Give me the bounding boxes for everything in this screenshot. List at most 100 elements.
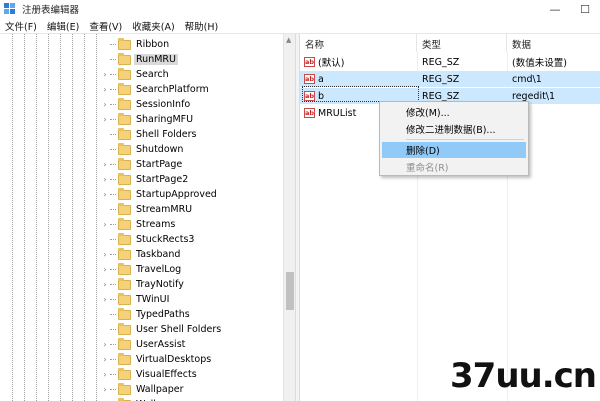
folder-icon [118,157,131,170]
folder-icon [118,247,131,260]
tree-item[interactable]: StreamMRU [100,202,194,217]
tree-guide-line [48,34,49,401]
expand-arrow-icon[interactable]: › [100,70,110,79]
tree-item[interactable]: › VirtualDesktops [100,352,213,367]
expand-arrow-icon[interactable]: › [100,370,110,379]
expand-arrow-icon[interactable]: › [100,250,110,259]
folder-icon [118,82,131,95]
minimize-button[interactable]: — [540,0,570,18]
tree-connector [110,239,116,240]
list-item[interactable]: ab a REG_SZ cmd\1 [300,71,600,87]
tree-item[interactable]: › Streams [100,217,177,232]
tree-item[interactable]: Shell Folders [100,127,199,142]
tree-item[interactable]: › TrayNotify [100,277,186,292]
expand-arrow-icon[interactable]: › [100,340,110,349]
tree-guide-line [84,34,85,401]
tree-item[interactable]: StuckRects3 [100,232,196,247]
expand-arrow-icon[interactable]: › [100,220,110,229]
registry-key-tree[interactable]: Ribbon RunMRU › Search › SearchPlatform › Sessi… [0,34,295,401]
menu-favorites[interactable]: 收藏夹(A) [127,19,179,33]
column-header-data[interactable]: 数据 [507,34,600,52]
tree-item-label: StreamMRU [136,204,193,215]
scroll-up-icon[interactable]: ▲ [286,36,291,44]
menu-help[interactable]: 帮助(H) [180,19,224,33]
value-name: MRUList [318,107,357,119]
column-header-name[interactable]: 名称 [300,34,417,52]
tree-scrollbar[interactable]: ▲ [283,34,295,401]
tree-item[interactable]: User Shell Folders [100,322,223,337]
tree-item[interactable]: › VisualEffects [100,367,199,382]
list-item[interactable]: ab (默认) REG_SZ (数值未设置) [300,54,600,70]
title-bar: 注册表编辑器 — ☐ [0,0,600,18]
tree-item[interactable]: › Search [100,67,171,82]
context-menu-modify[interactable]: 修改(M)... [382,104,526,120]
tree-item[interactable]: › SearchPlatform [100,82,211,97]
expand-arrow-icon[interactable]: › [100,265,110,274]
tree-guide-line [60,34,61,401]
expand-arrow-icon[interactable]: › [100,175,110,184]
menu-edit[interactable]: 编辑(E) [42,19,84,33]
tree-item-label: TravelLog [136,264,182,275]
tree-item[interactable]: › StartupApproved [100,187,219,202]
tree-connector [110,314,116,315]
tree-item[interactable]: › Taskband [100,247,182,262]
folder-icon [118,202,131,215]
tree-item[interactable]: Ribbon [100,37,171,52]
expand-arrow-icon[interactable]: › [100,385,110,394]
expand-arrow-icon[interactable]: › [100,280,110,289]
tree-guide-line [24,34,25,401]
context-menu: 修改(M)... 修改二进制数据(B)... 删除(D) 重命名(R) [379,101,529,176]
menu-file[interactable]: 文件(F) [0,19,42,33]
context-menu-modify-binary[interactable]: 修改二进制数据(B)... [382,121,526,137]
tree-item[interactable]: › SessionInfo [100,97,192,112]
expand-arrow-icon[interactable]: › [100,295,110,304]
tree-item[interactable]: Shutdown [100,142,185,157]
expand-arrow-icon[interactable]: › [100,190,110,199]
expand-arrow-icon[interactable]: › [100,85,110,94]
expand-arrow-icon[interactable]: › [100,100,110,109]
tree-connector [110,104,116,105]
value-type: REG_SZ [422,90,460,102]
tree-item-label: StartPage2 [136,174,189,185]
tree-item[interactable]: › SharingMFU [100,112,195,127]
tree-item[interactable]: › Wallpaper [100,382,186,397]
context-menu-delete[interactable]: 删除(D) [382,142,526,158]
folder-icon [118,127,131,140]
folder-icon [118,382,131,395]
value-data: regedit\1 [512,90,556,102]
value-name-cell: ab a [300,74,417,85]
list-header: 名称 类型 数据 [300,34,600,52]
tree-item-label: SessionInfo [136,99,191,110]
tree-item[interactable]: ›Wallpapers [100,397,190,401]
tree-item[interactable]: › TWinUI [100,292,171,307]
scrollbar-thumb[interactable] [286,272,294,310]
menu-bar: 文件(F) 编辑(E) 查看(V) 收藏夹(A) 帮助(H) [0,18,600,34]
tree-item-label: Shell Folders [136,129,197,140]
tree-item[interactable]: RunMRU [100,52,178,67]
menu-view[interactable]: 查看(V) [84,19,127,33]
folder-icon [118,352,131,365]
context-menu-rename: 重命名(R) [406,163,449,174]
expand-arrow-icon[interactable]: › [100,355,110,364]
folder-icon [118,337,131,350]
tree-item[interactable]: TypedPaths [100,307,192,322]
tree-item-label: VirtualDesktops [136,354,212,365]
folder-icon [118,292,131,305]
tree-item-label: Ribbon [136,39,170,50]
tree-item[interactable]: › UserAssist [100,337,187,352]
tree-connector [110,224,116,225]
tree-item-label: Wallpaper [136,384,184,395]
column-header-type[interactable]: 类型 [417,34,507,52]
expand-arrow-icon[interactable]: › [100,160,110,169]
watermark: 37uu.cn [450,356,597,396]
tree-item[interactable]: › StartPage2 [100,172,190,187]
tree-item[interactable]: › StartPage [100,157,184,172]
tree-connector [110,44,116,45]
expand-arrow-icon[interactable]: › [100,115,110,124]
tree-item-label: SharingMFU [136,114,194,125]
tree-connector [110,254,116,255]
tree-item[interactable]: › TravelLog [100,262,183,277]
maximize-button[interactable]: ☐ [570,0,600,18]
tree-connector [110,269,116,270]
registry-values-list[interactable]: 名称 类型 数据 ab (默认) REG_SZ (数值未设置) ab a REG_SZ cmd… [300,34,600,401]
